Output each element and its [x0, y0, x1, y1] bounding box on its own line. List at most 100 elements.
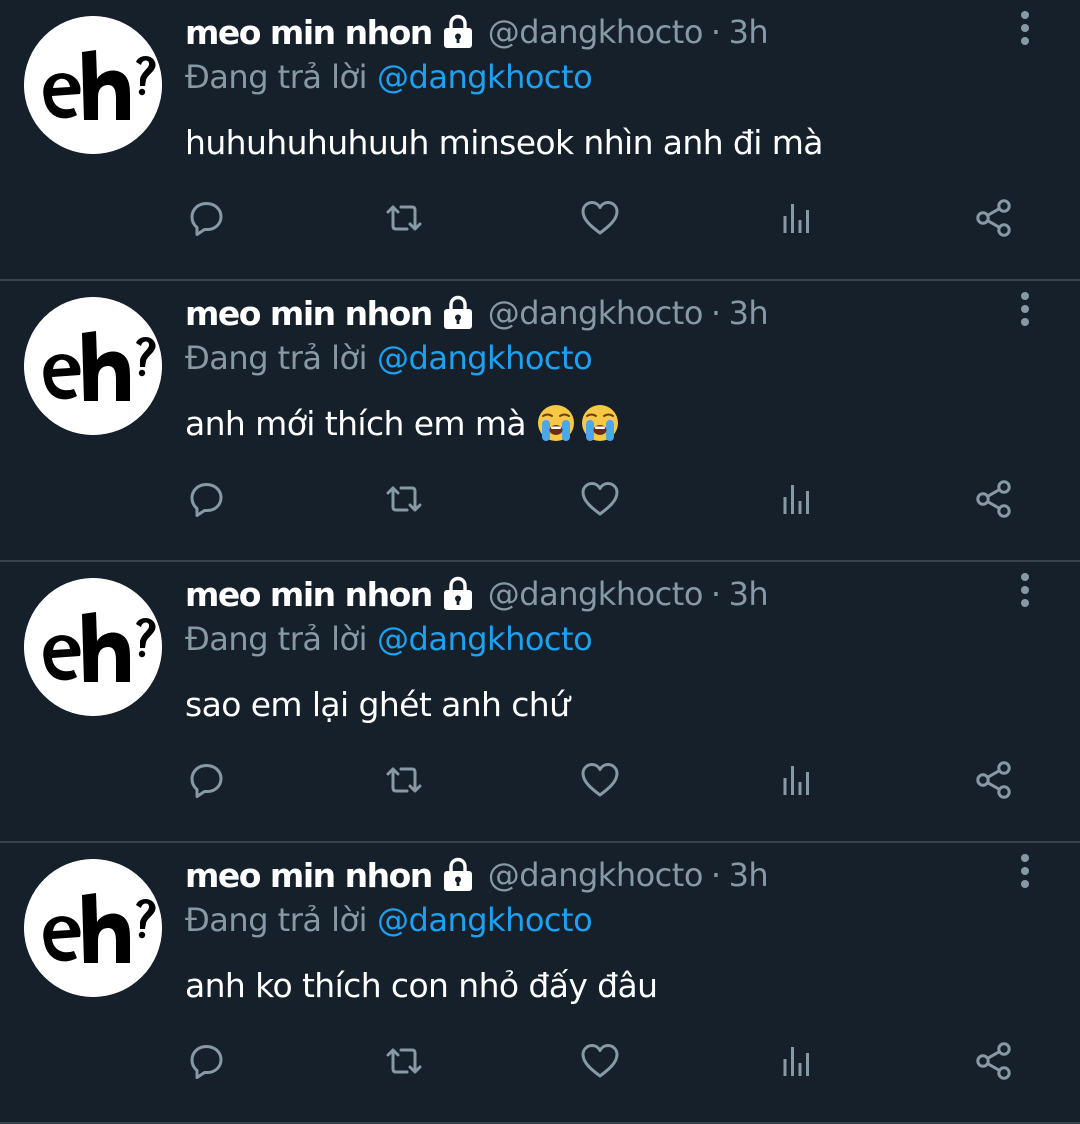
stats-button[interactable]	[775, 758, 819, 802]
tweet-text-content: sao em lại ghét anh chứ	[185, 684, 570, 724]
retweet-icon	[386, 767, 422, 793]
lock-icon	[440, 14, 476, 50]
share-icon	[976, 1042, 1011, 1080]
emoji-group	[536, 403, 620, 443]
user-handle[interactable]: @dangkhocto	[488, 856, 704, 894]
display-name[interactable]: meo min nhon	[185, 856, 433, 895]
loudly-crying-face-emoji	[538, 405, 575, 441]
reply-icon	[190, 202, 223, 236]
reply-icon	[190, 483, 223, 517]
tweet-text-content: anh mới thích em mà	[185, 403, 527, 443]
reply-icon	[190, 1045, 223, 1079]
display-name[interactable]: meo min nhon	[185, 13, 433, 52]
avatar[interactable]	[24, 297, 162, 435]
replying-to-mention[interactable]: @dangkhocto	[377, 901, 593, 939]
tweet-item[interactable]: meo min nhon @dangkhocto · 3h Đang trả l…	[0, 562, 1080, 843]
replying-to-mention[interactable]: @dangkhocto	[377, 339, 593, 377]
like-button[interactable]	[578, 477, 622, 521]
replying-to: Đang trả lời @dangkhocto	[185, 55, 593, 99]
more-vertical-icon[interactable]	[1008, 570, 1042, 610]
share-icon	[976, 480, 1011, 518]
tweet-text: anh ko thích con nhỏ đấy đâu	[185, 961, 658, 1009]
stats-icon	[783, 1047, 809, 1076]
tweet-header: meo min nhon @dangkhocto · 3h	[185, 572, 769, 616]
reply-button[interactable]	[184, 758, 228, 802]
separator-dot: ·	[710, 294, 721, 332]
avatar[interactable]	[24, 578, 162, 716]
tweet-item[interactable]: meo min nhon @dangkhocto · 3h Đang trả l…	[0, 843, 1080, 1124]
retweet-icon	[386, 1048, 422, 1074]
replying-to: Đang trả lời @dangkhocto	[185, 336, 593, 380]
replying-to-label: Đang trả lời	[185, 901, 368, 939]
tweet-text: anh mới thích em mà	[185, 399, 620, 447]
avatar-eh-logo	[24, 16, 162, 154]
more-vertical-icon[interactable]	[1008, 851, 1042, 891]
timestamp[interactable]: 3h	[729, 13, 769, 51]
user-handle[interactable]: @dangkhocto	[488, 13, 704, 51]
reply-button[interactable]	[184, 477, 228, 521]
stats-icon	[783, 485, 809, 514]
timestamp[interactable]: 3h	[729, 575, 769, 613]
like-button[interactable]	[578, 1039, 622, 1083]
timeline: meo min nhon @dangkhocto · 3h Đang trả l…	[0, 0, 1080, 1124]
share-button[interactable]	[972, 1039, 1016, 1083]
replying-to: Đang trả lời @dangkhocto	[185, 898, 593, 942]
retweet-button[interactable]	[382, 196, 426, 240]
avatar-eh-logo	[24, 859, 162, 997]
retweet-button[interactable]	[382, 758, 426, 802]
replying-to-mention[interactable]: @dangkhocto	[377, 58, 593, 96]
stats-button[interactable]	[775, 196, 819, 240]
replying-to-label: Đang trả lời	[185, 620, 368, 658]
lock-icon	[440, 576, 476, 612]
avatar[interactable]	[24, 859, 162, 997]
loudly-crying-face-emoji	[582, 405, 619, 441]
user-handle[interactable]: @dangkhocto	[488, 575, 704, 613]
reply-button[interactable]	[184, 1039, 228, 1083]
like-button[interactable]	[578, 196, 622, 240]
more-vertical-icon[interactable]	[1008, 8, 1042, 48]
share-button[interactable]	[972, 477, 1016, 521]
share-icon	[976, 761, 1011, 799]
separator-dot: ·	[710, 575, 721, 613]
display-name[interactable]: meo min nhon	[185, 575, 433, 614]
tweet-item[interactable]: meo min nhon @dangkhocto · 3h Đang trả l…	[0, 281, 1080, 562]
reply-icon	[190, 764, 223, 798]
separator-dot: ·	[710, 856, 721, 894]
retweet-button[interactable]	[382, 1039, 426, 1083]
tweet-header: meo min nhon @dangkhocto · 3h	[185, 291, 769, 335]
share-button[interactable]	[972, 196, 1016, 240]
timestamp[interactable]: 3h	[729, 294, 769, 332]
separator-dot: ·	[710, 13, 721, 51]
lock-icon	[440, 857, 476, 893]
display-name[interactable]: meo min nhon	[185, 294, 433, 333]
share-icon	[976, 199, 1011, 237]
heart-icon	[581, 763, 619, 797]
retweet-icon	[386, 205, 422, 231]
lock-icon	[440, 295, 476, 331]
stats-button[interactable]	[775, 477, 819, 521]
tweet-text-content: anh ko thích con nhỏ đấy đâu	[185, 965, 658, 1005]
avatar[interactable]	[24, 16, 162, 154]
more-vertical-icon[interactable]	[1008, 289, 1042, 329]
heart-icon	[581, 201, 619, 235]
reply-button[interactable]	[184, 196, 228, 240]
stats-button[interactable]	[775, 1039, 819, 1083]
user-handle[interactable]: @dangkhocto	[488, 294, 704, 332]
retweet-button[interactable]	[382, 477, 426, 521]
timestamp[interactable]: 3h	[729, 856, 769, 894]
like-button[interactable]	[578, 758, 622, 802]
tweet-text-content: huhuhuhuhuuh minseok nhìn anh đi mà	[185, 122, 824, 162]
stats-icon	[783, 204, 809, 233]
share-button[interactable]	[972, 758, 1016, 802]
tweet-header: meo min nhon @dangkhocto · 3h	[185, 853, 769, 897]
tweet-item[interactable]: meo min nhon @dangkhocto · 3h Đang trả l…	[0, 0, 1080, 281]
replying-to-label: Đang trả lời	[185, 339, 368, 377]
replying-to-label: Đang trả lời	[185, 58, 368, 96]
replying-to-mention[interactable]: @dangkhocto	[377, 620, 593, 658]
replying-to: Đang trả lời @dangkhocto	[185, 617, 593, 661]
tweet-text: sao em lại ghét anh chứ	[185, 680, 570, 728]
tweet-header: meo min nhon @dangkhocto · 3h	[185, 10, 769, 54]
avatar-eh-logo	[24, 297, 162, 435]
retweet-icon	[386, 486, 422, 512]
stats-icon	[783, 766, 809, 795]
